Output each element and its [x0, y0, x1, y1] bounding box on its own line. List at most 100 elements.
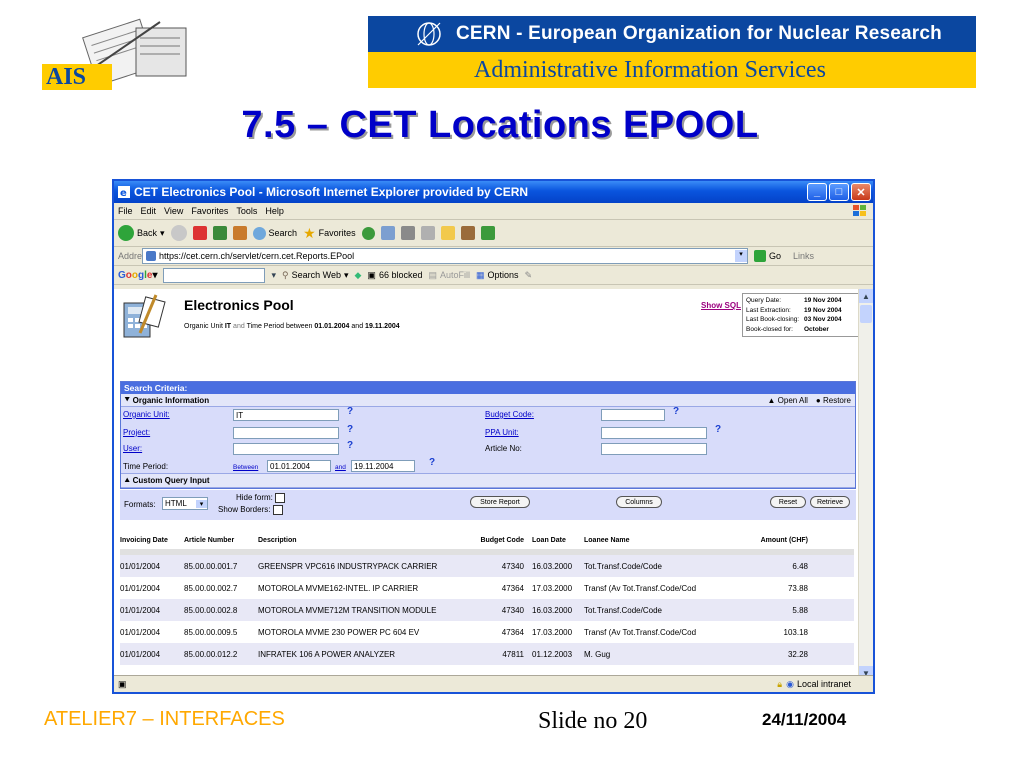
project-help-icon[interactable]: ? [347, 424, 353, 435]
ppa-unit-help-icon[interactable]: ? [715, 424, 721, 435]
address-input[interactable]: https://cet.cern.ch/servlet/cern.cet.Rep… [142, 248, 748, 264]
close-button[interactable]: ✕ [851, 183, 871, 201]
vertical-scrollbar[interactable]: ▲ ▼ [858, 289, 873, 680]
google-dropdown-icon[interactable]: ▾ [271, 270, 276, 281]
table-row[interactable]: 01/01/2004 85.00.00.009.5 MOTOROLA MVME 23… [120, 621, 854, 643]
between-link[interactable]: Between [233, 464, 258, 471]
report-options-bar: Formats: HTML ▾ Hide form: Show Borders:… [120, 490, 856, 520]
ppa-unit-label[interactable]: PPA Unit: [485, 428, 519, 437]
menu-help[interactable]: Help [265, 206, 284, 216]
user-help-icon[interactable]: ? [347, 440, 353, 451]
open-all-button[interactable]: ▲ Open All [768, 396, 808, 405]
chevron-down-icon: ▾ [196, 499, 207, 508]
links-button[interactable]: Links [793, 251, 814, 261]
scroll-up-icon[interactable]: ▲ [859, 289, 873, 303]
menu-favorites[interactable]: Favorites [191, 206, 228, 216]
print-icon[interactable] [400, 226, 415, 240]
column-header[interactable]: Loan Date [532, 537, 584, 544]
google-toolbar: Google▾ ▾ ⚲ Search Web ▾ ◆ ▣ 66 blocked … [114, 266, 873, 285]
user-input[interactable] [233, 443, 339, 455]
home-icon[interactable] [232, 226, 247, 240]
address-url: https://cet.cern.ch/servlet/cern.cet.Rep… [159, 251, 355, 261]
column-header[interactable]: Article Number [184, 537, 258, 544]
web-page: Electronics Pool Organic Unit IT and Tim… [114, 289, 861, 680]
store-report-button[interactable]: Store Report [470, 496, 530, 508]
table-cell: 01.12.2003 [532, 649, 573, 659]
search-criteria-header: Search Criteria: [121, 382, 855, 394]
organic-info-header[interactable]: ⯆ Organic Information ▲ Open All ● Resto… [121, 394, 855, 407]
article-no-input[interactable] [601, 443, 707, 455]
table-row[interactable]: 01/01/2004 85.00.00.002.8 MOTOROLA MVME712… [120, 599, 854, 621]
budget-code-help-icon[interactable]: ? [673, 406, 679, 417]
search-button[interactable]: Search [252, 226, 297, 240]
search-web-button[interactable]: ⚲ Search Web ▾ [282, 270, 348, 281]
address-bar: Address https://cet.cern.ch/servlet/cern… [114, 247, 873, 266]
history-icon[interactable] [361, 226, 375, 240]
table-row[interactable]: 01/01/2004 85.00.00.001.7 GREENSPR VPC616 … [120, 555, 854, 577]
organic-unit-input[interactable]: IT [233, 409, 339, 421]
column-header[interactable]: Amount (CHF) [734, 537, 808, 544]
formats-select[interactable]: HTML ▾ [162, 497, 208, 510]
minimize-button[interactable]: _ [807, 183, 827, 201]
retrieve-button[interactable]: Retrieve [810, 496, 850, 508]
project-label[interactable]: Project: [123, 428, 150, 437]
table-cell: 85.00.00.001.7 [184, 561, 238, 571]
address-dropdown-icon[interactable]: ▾ [735, 250, 747, 262]
table-row[interactable]: 01/01/2004 85.00.00.012.2 INFRATEK 106 A P… [120, 643, 854, 665]
budget-code-label[interactable]: Budget Code: [485, 410, 534, 419]
formats-label: Formats: [124, 500, 156, 509]
project-input[interactable] [233, 427, 339, 439]
period-help-icon[interactable]: ? [429, 457, 435, 468]
forward-button[interactable] [170, 225, 187, 241]
show-borders-checkbox[interactable] [272, 505, 283, 515]
stop-icon[interactable] [192, 226, 207, 240]
budget-code-input[interactable] [601, 409, 665, 421]
period-to-input[interactable]: 19.11.2004 [351, 460, 415, 472]
status-bar: ▣ 🔒︎ ◉ Local intranet [114, 675, 873, 692]
hide-form-checkbox[interactable] [275, 493, 286, 503]
column-header[interactable]: Budget Code [468, 537, 532, 544]
go-button[interactable]: Go [754, 250, 781, 262]
refresh-icon[interactable] [212, 226, 227, 240]
folder-icon[interactable] [440, 226, 455, 240]
security-zone: Local intranet [796, 679, 851, 689]
and-link[interactable]: and [335, 464, 346, 471]
favorites-button[interactable]: ★ Favorites [303, 225, 356, 242]
maximize-button[interactable]: □ [829, 183, 849, 201]
columns-button[interactable]: Columns [616, 496, 662, 508]
reset-button[interactable]: Reset [770, 496, 806, 508]
custom-query-header[interactable]: ⯅ Custom Query Input [121, 473, 855, 488]
menu-tools[interactable]: Tools [236, 206, 257, 216]
ppa-unit-input[interactable] [601, 427, 707, 439]
popup-blocker-button[interactable]: ▣ 66 blocked [367, 270, 422, 281]
menu-file[interactable]: File [118, 206, 133, 216]
research-icon[interactable] [460, 226, 475, 240]
window-titlebar[interactable]: e CET Electronics Pool - Microsoft Inter… [114, 181, 873, 203]
pagerank-icon[interactable]: ◆ [355, 270, 362, 281]
results-table: Invoicing Date Article Number Descriptio… [120, 531, 854, 665]
autofill-button[interactable]: ▤ AutoFill [428, 270, 470, 281]
footer-left: ATELIER7 – INTERFACES [44, 708, 285, 730]
period-from-input[interactable]: 01.01.2004 [267, 460, 331, 472]
organic-unit-help-icon[interactable]: ? [347, 406, 353, 417]
organic-unit-label[interactable]: Organic Unit: [123, 410, 170, 419]
column-header[interactable]: Invoicing Date [120, 537, 184, 544]
address-label: Address [118, 251, 152, 261]
user-label[interactable]: User: [123, 444, 142, 453]
column-header[interactable]: Description [258, 536, 468, 545]
pencil-icon[interactable]: ✎ [525, 270, 533, 281]
back-button[interactable]: Back ▾ [118, 225, 165, 241]
options-button[interactable]: ▦ Options [476, 270, 519, 281]
google-search-input[interactable] [163, 267, 266, 283]
menu-view[interactable]: View [164, 206, 183, 216]
messenger-icon[interactable] [480, 226, 495, 240]
show-sql-link[interactable]: Show SQL [701, 301, 741, 310]
scroll-thumb[interactable] [860, 305, 872, 323]
edit-icon[interactable] [420, 226, 435, 240]
mail-icon[interactable] [380, 226, 395, 240]
restore-button[interactable]: ● Restore [816, 396, 851, 405]
column-header[interactable]: Loanee Name [584, 537, 734, 544]
table-row[interactable]: 01/01/2004 85.00.00.002.7 MOTOROLA MVME162… [120, 577, 854, 599]
menu-edit[interactable]: Edit [141, 206, 157, 216]
google-logo[interactable]: Google▾ [118, 270, 157, 281]
